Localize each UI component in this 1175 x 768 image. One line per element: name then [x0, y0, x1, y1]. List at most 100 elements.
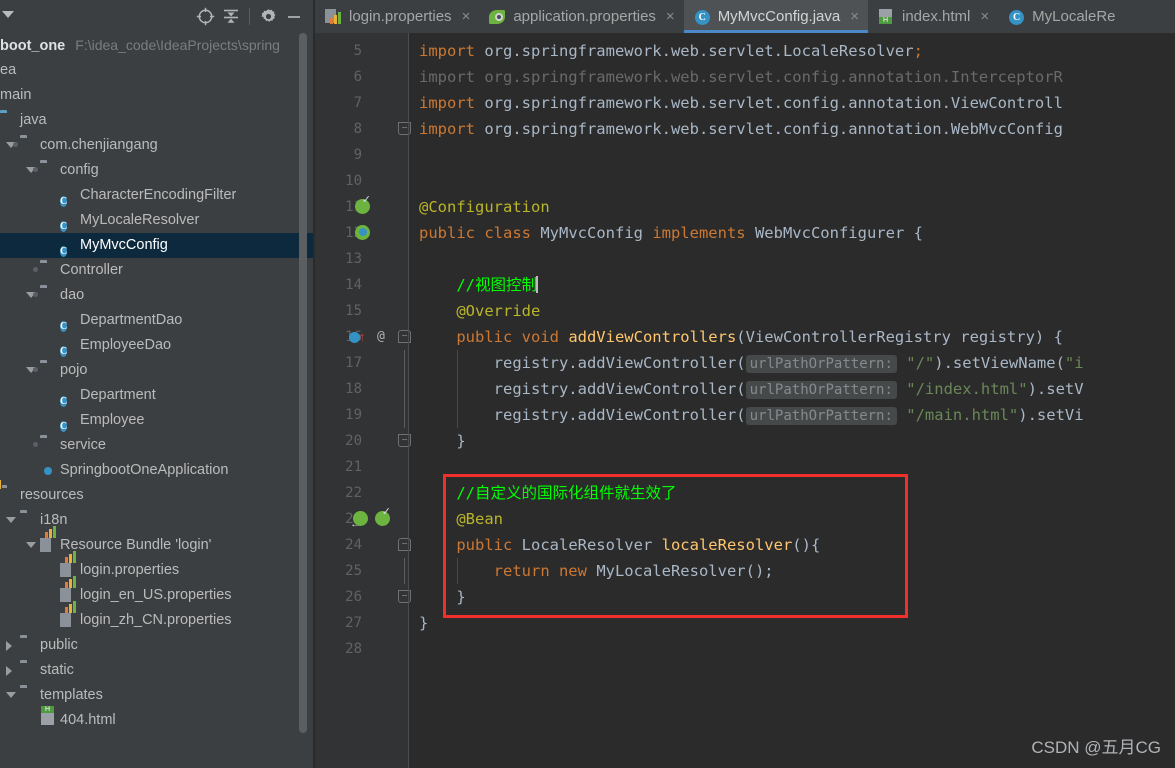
editor-tab[interactable]: login.properties ×	[315, 0, 479, 33]
spring-config-gutter-icon[interactable]	[355, 220, 370, 246]
editor-tab[interactable]: C MyLocaleRe	[998, 0, 1124, 33]
close-icon[interactable]: ×	[462, 9, 471, 24]
tree-item-label: MyMvcConfig	[80, 237, 168, 253]
code-line[interactable]: }	[419, 610, 428, 636]
code-line[interactable]: registry.addViewController(urlPathOrPatt…	[419, 350, 1084, 376]
tree-item-label: CharacterEncodingFilter	[80, 187, 237, 203]
line-number: 27	[345, 615, 362, 631]
code-line[interactable]: import org.springframework.web.servlet.c…	[419, 90, 1063, 116]
tree-row[interactable]: ea	[0, 58, 313, 83]
code-line[interactable]: @Override	[419, 298, 540, 324]
project-tree-scrollbar[interactable]	[299, 33, 307, 733]
code-line[interactable]: import org.springframework.web.servlet.c…	[419, 64, 1063, 90]
tree-row[interactable]: com.chenjiangang	[0, 133, 313, 158]
code-token: ).setVi	[1018, 406, 1084, 424]
tree-item-label: 404.html	[60, 712, 116, 728]
tree-row-project[interactable]: boot_one F:\idea_code\IdeaProjects\sprin…	[0, 33, 313, 58]
spring-bean-navigate-gutter-icon[interactable]	[350, 506, 368, 532]
editor-tab-label: application.properties	[513, 8, 656, 25]
override-method-gutter-icon[interactable]: ↑	[349, 324, 366, 350]
code-line[interactable]: return new MyLocaleResolver();	[419, 558, 774, 584]
annotation-gutter-icon[interactable]: @	[377, 324, 385, 350]
code-line[interactable]: import org.springframework.web.servlet.c…	[419, 116, 1063, 142]
tree-row[interactable]: H 404.html	[0, 706, 313, 733]
chevron-down-icon[interactable]	[2, 11, 14, 18]
tree-row[interactable]: i18n	[0, 508, 313, 533]
tree-row[interactable]: SpringbootOneApplication	[0, 458, 313, 483]
tree-item-label: Controller	[60, 262, 123, 278]
editor-tab[interactable]: C MyMvcConfig.java ×	[683, 0, 869, 33]
tree-row[interactable]: C MyMvcConfig	[0, 233, 313, 258]
tree-row[interactable]: templates	[0, 683, 313, 708]
tree-item-label: login.properties	[80, 562, 180, 578]
code-line[interactable]: //自定义的国际化组件就生效了	[419, 480, 676, 506]
tree-row[interactable]: dao	[0, 283, 313, 308]
tree-item-label: Resource Bundle 'login'	[60, 537, 212, 553]
tree-row[interactable]: main	[0, 83, 313, 108]
editor-tab[interactable]: application.properties ×	[479, 0, 683, 33]
editor-tab-label: MyLocaleRe	[1032, 8, 1116, 25]
chevron-right-icon[interactable]	[6, 641, 12, 651]
hide-panel-icon[interactable]	[281, 4, 307, 30]
code-line[interactable]: public LocaleResolver localeResolver(){	[419, 532, 820, 558]
tree-row[interactable]: service	[0, 433, 313, 458]
editor-tab-label: index.html	[902, 8, 971, 25]
tree-row[interactable]: C Department	[0, 383, 313, 408]
line-number: 15	[345, 303, 362, 319]
code-line[interactable]: registry.addViewController(urlPathOrPatt…	[419, 376, 1084, 402]
close-icon[interactable]: ×	[666, 9, 675, 24]
tree-item-label: com.chenjiangang	[40, 137, 158, 153]
code-line[interactable]: //视图控制	[419, 272, 538, 298]
tree-row[interactable]: pojo	[0, 358, 313, 383]
settings-gear-icon[interactable]	[255, 4, 281, 30]
indent-guide	[457, 350, 458, 428]
code-line[interactable]: import org.springframework.web.servlet.L…	[419, 38, 923, 64]
code-line[interactable]: public class MyMvcConfig implements WebM…	[419, 220, 923, 246]
spring-bean-gutter-icon[interactable]	[355, 194, 371, 220]
editor-tab-bar[interactable]: login.properties × application.properties ×…	[315, 0, 1175, 33]
code-line[interactable]: }	[419, 428, 465, 454]
code-line[interactable]: }	[419, 584, 465, 610]
chevron-down-icon[interactable]	[26, 542, 36, 548]
folder-icon	[20, 663, 36, 678]
code-line[interactable]: @Configuration	[419, 194, 550, 220]
editor-gutter[interactable]: 5678910111213141516171819202122232425262…	[315, 33, 411, 768]
select-opened-file-icon[interactable]	[192, 4, 218, 30]
chevron-down-icon[interactable]	[6, 692, 16, 698]
tree-row[interactable]: C CharacterEncodingFilter	[0, 183, 313, 208]
code-editor[interactable]: 5678910111213141516171819202122232425262…	[315, 33, 1175, 768]
tree-row[interactable]: public	[0, 633, 313, 658]
close-icon[interactable]: ×	[980, 9, 989, 24]
tree-row[interactable]: Controller	[0, 258, 313, 283]
package-icon	[20, 138, 36, 153]
tree-row[interactable]: C DepartmentDao	[0, 308, 313, 333]
close-icon[interactable]: ×	[850, 9, 859, 24]
tree-item-label: Department	[80, 387, 156, 403]
tree-row[interactable]: static	[0, 658, 313, 683]
tree-row[interactable]: login_zh_CN.properties	[0, 601, 313, 633]
idea-window: boot_one F:\idea_code\IdeaProjects\sprin…	[0, 0, 1175, 768]
editor-tab[interactable]: Hindex.html ×	[868, 0, 998, 33]
line-number: 5	[353, 43, 362, 59]
collapse-all-icon[interactable]	[218, 4, 244, 30]
chevron-down-icon[interactable]	[6, 517, 16, 523]
tree-row[interactable]: C Employee	[0, 408, 313, 433]
code-line[interactable]: @Bean	[419, 506, 503, 532]
tree-row[interactable]: config	[0, 158, 313, 183]
code-content[interactable]: import org.springframework.web.servlet.L…	[409, 33, 1175, 768]
line-number: 14	[345, 277, 362, 293]
tree-row[interactable]: Resource Bundle 'login'	[0, 526, 313, 558]
tree-row[interactable]: java	[0, 108, 313, 133]
tree-row[interactable]: C EmployeeDao	[0, 333, 313, 358]
spring-bean-gutter-icon[interactable]	[375, 506, 391, 532]
project-tree[interactable]: boot_one F:\idea_code\IdeaProjects\sprin…	[0, 33, 313, 768]
code-line[interactable]: registry.addViewController(urlPathOrPatt…	[419, 402, 1084, 428]
code-line[interactable]: public void addViewControllers(ViewContr…	[419, 324, 1063, 350]
chevron-right-icon[interactable]	[6, 666, 12, 676]
tree-row[interactable]: resources	[0, 483, 313, 508]
line-number: 24	[345, 537, 362, 553]
tree-row[interactable]: C MyLocaleResolver	[0, 208, 313, 233]
tree-row[interactable]: login_en_US.properties	[0, 576, 313, 608]
tree-row[interactable]: login.properties	[0, 551, 313, 583]
